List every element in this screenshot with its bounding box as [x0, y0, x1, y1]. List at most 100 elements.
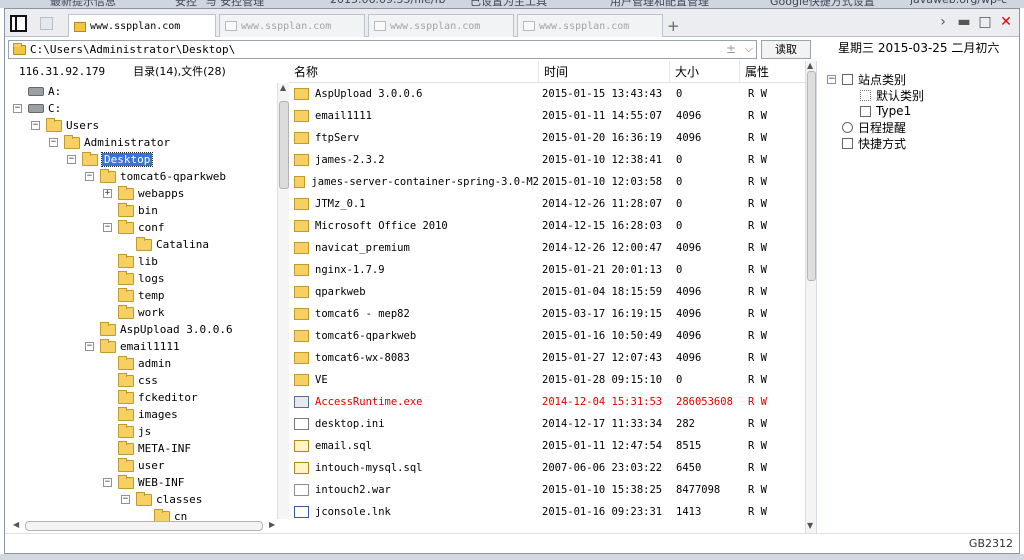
collapse-icon[interactable]: −	[13, 104, 22, 113]
file-row[interactable]: JTMz_0.1 2014-12-26 11:28:07 0 R W	[289, 193, 805, 215]
scroll-left-icon[interactable]: ◀	[13, 520, 19, 529]
file-row[interactable]: intouch2.war 2015-01-10 15:38:25 8477098 R …	[289, 479, 805, 501]
file-row[interactable]: email.sql 2015-01-11 12:47:54 8515 R W	[289, 435, 805, 457]
tree-node[interactable]: admin	[103, 355, 171, 372]
file-time: 2015-01-10 12:03:58	[542, 176, 663, 188]
tree-node[interactable]: AspUpload 3.0.0.6	[85, 321, 233, 338]
collapse-icon[interactable]: −	[103, 478, 112, 487]
column-size[interactable]: 大小	[670, 61, 740, 82]
scroll-down-icon[interactable]: ▼	[807, 521, 813, 530]
collapse-icon[interactable]: −	[67, 155, 76, 164]
file-row[interactable]: AccessRuntime.exe 2014-12-04 15:31:53 2860…	[289, 391, 805, 413]
site-tree-node[interactable]: Type1	[845, 103, 911, 119]
file-row[interactable]: qparkweb 2015-01-04 18:15:59 4096 R W	[289, 281, 805, 303]
site-tree-node[interactable]: 默认类别	[845, 87, 924, 103]
collapse-icon[interactable]: −	[827, 74, 836, 84]
scroll-thumb[interactable]	[807, 71, 816, 281]
tree-node[interactable]: fckeditor	[103, 389, 198, 406]
tree-node[interactable]: lib	[103, 253, 158, 270]
scroll-up-icon[interactable]: ▲	[280, 83, 286, 92]
column-attr[interactable]: 属性	[740, 61, 805, 82]
plus-minus-icon[interactable]: ±	[726, 42, 736, 56]
tree-horizontal-scrollbar[interactable]: ◀ ▶	[13, 519, 275, 531]
tree-node[interactable]: temp	[103, 287, 165, 304]
tree-node[interactable]: Catalina	[121, 236, 209, 253]
collapse-icon[interactable]: −	[85, 342, 94, 351]
file-size: 8477098	[676, 484, 721, 496]
tree-node[interactable]: js	[103, 423, 151, 440]
collapse-icon[interactable]: −	[103, 223, 112, 232]
file-row[interactable]: james-server-container-spring-3.0-M2 2015…	[289, 171, 805, 193]
tab-square-icon[interactable]	[40, 17, 53, 30]
tree-node[interactable]: − email1111	[85, 338, 180, 355]
minimize-button[interactable]: ▬	[957, 14, 971, 30]
chevron-right-icon[interactable]: ›	[936, 14, 950, 30]
collapse-icon[interactable]: −	[85, 172, 94, 181]
file-row[interactable]: email1111 2015-01-11 14:55:07 4096 R W	[289, 105, 805, 127]
collapse-icon[interactable]: −	[49, 138, 58, 147]
scroll-right-icon[interactable]: ▶	[269, 520, 275, 529]
tab-3[interactable]: www.sspplan.com	[517, 14, 663, 37]
tab-2[interactable]: www.sspplan.com	[368, 14, 514, 37]
file-row[interactable]: tomcat6-qparkweb 2015-01-16 10:50:49 4096 R…	[289, 325, 805, 347]
site-tree-node[interactable]: 快捷方式	[827, 135, 906, 151]
file-row[interactable]: Microsoft Office 2010 2014-12-15 16:28:03…	[289, 215, 805, 237]
file-row[interactable]: ftpServ 2015-01-20 16:36:19 4096 R W	[289, 127, 805, 149]
tree-node[interactable]: − Users	[31, 117, 99, 134]
tree-node[interactable]: css	[103, 372, 158, 389]
tree-node[interactable]: user	[103, 457, 165, 474]
file-row[interactable]: jconsole.lnk 2015-01-16 09:23:31 1413 R W	[289, 501, 805, 523]
tree-node[interactable]: − classes	[121, 491, 202, 508]
file-list-scrollbar[interactable]: ▲ ▼	[805, 61, 816, 533]
file-row[interactable]: VE 2015-01-28 09:15:10 0 R W	[289, 369, 805, 391]
folder-icon	[118, 389, 134, 404]
tab-0[interactable]: www.sspplan.com	[68, 14, 216, 38]
chevron-down-icon[interactable]: ⌵	[745, 42, 753, 56]
file-row[interactable]: tomcat6-wx-8083 2015-01-27 12:07:43 4096 R …	[289, 347, 805, 369]
panel-toggle-icon[interactable]	[10, 15, 27, 32]
file-time: 2015-01-15 13:43:43	[542, 88, 663, 100]
close-button[interactable]: ✕	[999, 14, 1013, 30]
tree-vertical-scrollbar[interactable]: ▲	[277, 83, 289, 519]
file-row[interactable]: nginx-1.7.9 2015-01-21 20:01:13 0 R W	[289, 259, 805, 281]
scroll-up-icon[interactable]: ▲	[807, 61, 813, 70]
file-row[interactable]: intouch-mysql.sql 2007-06-06 23:03:22 6450…	[289, 457, 805, 479]
collapse-icon[interactable]: −	[121, 495, 130, 504]
file-name: tomcat6 - mep82	[315, 308, 410, 320]
add-tab-button[interactable]: +	[667, 17, 680, 35]
folder-icon	[294, 220, 309, 232]
tree-node[interactable]: bin	[103, 202, 158, 219]
tree-node[interactable]: logs	[103, 270, 165, 287]
tree-node[interactable]: images	[103, 406, 178, 423]
tree-node[interactable]: − conf	[103, 219, 165, 236]
expand-icon[interactable]: +	[103, 189, 112, 198]
tab-1[interactable]: www.sspplan.com	[219, 14, 365, 37]
tree-node[interactable]: − tomcat6-qparkweb	[85, 168, 226, 185]
file-row[interactable]: desktop.ini 2014-12-17 11:33:34 282 R W	[289, 413, 805, 435]
tree-node[interactable]: + webapps	[103, 185, 184, 202]
maximize-button[interactable]: □	[978, 14, 992, 30]
column-time[interactable]: 时间	[539, 61, 670, 82]
site-tree-node[interactable]: − 站点类别	[827, 71, 906, 87]
scroll-thumb[interactable]	[25, 521, 263, 531]
tree-node[interactable]: − WEB-INF	[103, 474, 184, 491]
tree-node[interactable]: A:	[13, 83, 61, 100]
file-attr: R W	[748, 88, 767, 100]
collapse-icon[interactable]: −	[31, 121, 40, 130]
tree-node[interactable]: − Desktop	[67, 151, 154, 168]
site-tree-node[interactable]: 日程提醒	[827, 119, 906, 135]
file-row[interactable]: AspUpload 3.0.0.6 2015-01-15 13:43:43 0 R W	[289, 83, 805, 105]
file-row[interactable]: tomcat6 - mep82 2015-03-17 16:19:15 4096 R …	[289, 303, 805, 325]
column-name[interactable]: 名称	[289, 61, 539, 82]
read-button[interactable]: 读取	[761, 40, 811, 59]
tree-node-label: A:	[48, 85, 62, 98]
file-row[interactable]: navicat_premium 2014-12-26 12:00:47 4096 R …	[289, 237, 805, 259]
tree-node[interactable]: − Administrator	[49, 134, 170, 151]
file-row[interactable]: james-2.3.2 2015-01-10 12:38:41 0 R W	[289, 149, 805, 171]
tree-node[interactable]: − C:	[13, 100, 61, 117]
file-attr: R W	[748, 264, 767, 276]
address-input[interactable]: C:\Users\Administrator\Desktop\ ± ⌵	[8, 40, 757, 59]
tree-node[interactable]: work	[103, 304, 165, 321]
scroll-thumb[interactable]	[279, 101, 289, 189]
tree-node[interactable]: META-INF	[103, 440, 191, 457]
